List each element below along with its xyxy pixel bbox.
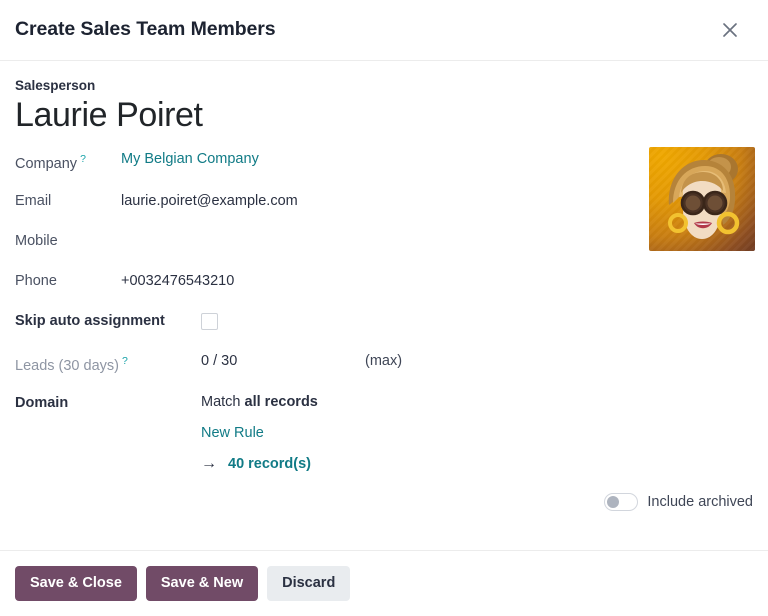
record-kicker: Salesperson (15, 78, 96, 93)
dialog-title: Create Sales Team Members (15, 18, 276, 41)
save-and-close-button[interactable]: Save & Close (15, 565, 137, 602)
avatar (649, 147, 755, 251)
domain-record-count[interactable]: 40 record(s) (228, 454, 311, 475)
domain-editor: Match all records New Rule → 40 record(s… (201, 392, 753, 475)
field-row-mobile: Mobile (15, 230, 753, 255)
help-icon-company[interactable]: ? (80, 153, 86, 165)
domain-record-count-row: → 40 record(s) (201, 454, 753, 475)
dialog-body: Salesperson Laurie Poiret Company? My Be… (0, 61, 768, 550)
new-rule-button[interactable]: New Rule (201, 423, 753, 444)
domain-match-line: Match all records (201, 392, 753, 413)
label-domain: Domain (15, 394, 69, 411)
avatar-illustration (668, 154, 740, 239)
create-sales-team-members-dialog: Create Sales Team Members Salesperson La… (0, 0, 768, 616)
domain-match-prefix: Match (201, 393, 241, 410)
field-row-leads: Leads (30 days)? 0 / 30 (max) (15, 350, 753, 377)
label-company: Company? (15, 148, 121, 175)
label-mobile: Mobile (15, 233, 58, 250)
discard-button[interactable]: Discard (267, 565, 351, 602)
arrow-right-icon: → (201, 455, 217, 473)
include-archived-label: Include archived (647, 493, 753, 510)
skip-auto-assignment-checkbox[interactable] (201, 313, 218, 331)
leads-max-note: (max) (365, 353, 403, 370)
include-archived-toggle[interactable] (604, 493, 639, 511)
include-archived-control: Include archived (604, 493, 753, 511)
label-skip-auto-assignment: Skip auto assignment (15, 313, 165, 330)
save-and-new-button[interactable]: Save & New (145, 565, 259, 602)
value-leads: 0 / 30 (201, 353, 238, 370)
label-email: Email (15, 193, 52, 210)
value-email[interactable]: laurie.poiret@example.com (121, 190, 298, 212)
dialog-header: Create Sales Team Members (0, 0, 768, 61)
field-row-skip-auto-assignment: Skip auto assignment (15, 310, 753, 335)
toggle-knob (607, 496, 620, 508)
close-icon[interactable] (714, 14, 746, 46)
field-row-phone: Phone +0032476543210 (15, 270, 753, 295)
value-company[interactable]: My Belgian Company (121, 148, 259, 170)
label-leads: Leads (30 days)? (15, 350, 201, 377)
domain-match-target[interactable]: all records (245, 394, 318, 410)
field-row-domain: Domain Match all records New Rule → 40 r… (15, 392, 753, 475)
field-row-company: Company? My Belgian Company (15, 148, 753, 175)
label-phone: Phone (15, 273, 57, 290)
record-name: Laurie Poiret (15, 96, 203, 135)
label-leads-text: Leads (30 days) (15, 357, 119, 374)
field-row-email: Email laurie.poiret@example.com (15, 190, 753, 215)
label-company-text: Company (15, 156, 78, 173)
dialog-footer: Save & Close Save & New Discard (0, 550, 768, 616)
value-phone[interactable]: +0032476543210 (121, 270, 234, 292)
help-icon-leads[interactable]: ? (122, 355, 128, 367)
